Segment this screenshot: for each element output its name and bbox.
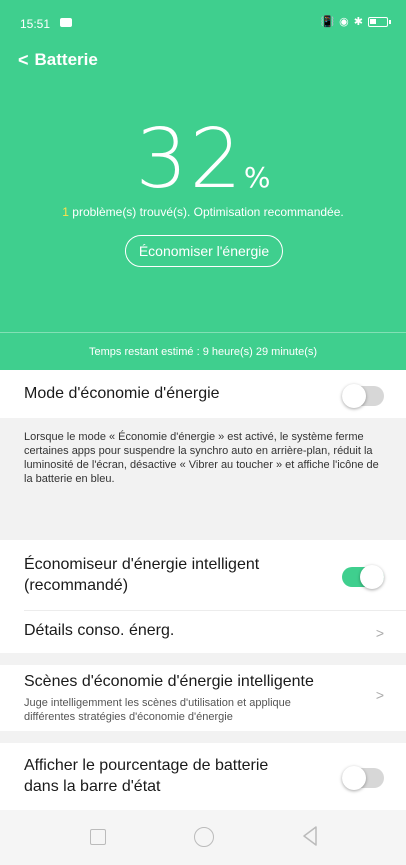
smart-scenes-subtitle: Juge intelligemment les scènes d'utilisa… (24, 696, 344, 724)
show-percentage-row[interactable]: Afficher le pourcentage de batterie dans… (0, 743, 406, 810)
smart-scenes-subtitle-line1: Juge intelligemment les scènes d'utilisa… (24, 697, 291, 709)
smart-scenes-subtitle-line2: différentes stratégies d'économie d'éner… (24, 711, 233, 723)
battery-header: 15:51 📳 ◉ ✱ < Batterie 32% 1 problème(s)… (0, 0, 406, 370)
page-title: Batterie (34, 50, 98, 69)
power-saving-mode-row[interactable]: Mode d'économie d'énergie (0, 370, 406, 418)
back-arrow-icon: < (18, 50, 29, 70)
status-bar: 15:51 📳 ◉ ✱ (0, 0, 406, 44)
photo-notification-icon (60, 18, 72, 27)
smart-saver-toggle[interactable] (342, 565, 384, 589)
show-percentage-label-line1: Afficher le pourcentage de batterie (24, 757, 269, 774)
smart-saver-label-line1: Économiseur d'énergie intelligent (24, 556, 260, 573)
show-percentage-toggle[interactable] (342, 766, 384, 790)
power-saving-mode-label: Mode d'économie d'énergie (24, 385, 220, 402)
problem-summary: 1 problème(s) trouvé(s). Optimisation re… (0, 205, 406, 219)
remaining-time: Temps restant estimé : 9 heure(s) 29 min… (88, 346, 318, 358)
consumption-details-label: Détails conso. énerg. (24, 622, 175, 639)
bluetooth-icon: ✱ (353, 16, 363, 28)
back-triangle-icon[interactable] (300, 825, 320, 847)
show-percentage-label-line2: dans la barre d'état (24, 778, 161, 795)
smart-scenes-row[interactable]: Scènes d'économie d'énergie intelligente… (0, 665, 406, 731)
battery-percentage: 32% (0, 112, 406, 207)
power-saving-description-block: Lorsque le mode « Économie d'énergie » e… (0, 418, 406, 540)
vibrate-icon: 📳 (320, 16, 335, 28)
battery-status-icon (368, 16, 391, 27)
smart-saver-label: Économiseur d'énergie intelligent (recom… (24, 554, 259, 596)
toggle-knob (342, 766, 366, 790)
toggle-knob (360, 565, 384, 589)
system-navigation-bar (0, 810, 406, 865)
alarm-icon: ◉ (339, 16, 349, 28)
save-energy-button[interactable]: Économiser l'énergie (125, 235, 283, 267)
problem-count: 1 (62, 205, 69, 219)
battery-percent-value: 32 (135, 112, 244, 207)
smart-saver-row[interactable]: Économiseur d'énergie intelligent (recom… (0, 540, 406, 610)
section-gap (0, 653, 406, 665)
status-icons: 📳 ◉ ✱ (320, 15, 391, 28)
smart-saver-label-line2: (recommandé) (24, 577, 129, 594)
power-saving-description: Lorsque le mode « Économie d'énergie » e… (24, 431, 379, 485)
chevron-right-icon: > (375, 687, 384, 703)
section-gap (0, 731, 406, 743)
show-percentage-label: Afficher le pourcentage de batterie dans… (24, 755, 268, 797)
smart-scenes-label: Scènes d'économie d'énergie intelligente (24, 673, 314, 690)
power-saving-mode-toggle[interactable] (342, 384, 384, 408)
consumption-details-row[interactable]: Détails conso. énerg. > (0, 611, 406, 653)
divider (0, 332, 406, 333)
home-icon[interactable] (194, 827, 214, 847)
battery-percent-symbol: % (243, 161, 271, 194)
recent-apps-icon[interactable] (90, 829, 106, 845)
chevron-right-icon: > (375, 625, 384, 641)
problem-text: problème(s) trouvé(s). Optimisation reco… (68, 205, 344, 219)
back-button[interactable]: < Batterie (18, 50, 98, 70)
status-time: 15:51 (20, 17, 51, 31)
toggle-knob (342, 384, 366, 408)
